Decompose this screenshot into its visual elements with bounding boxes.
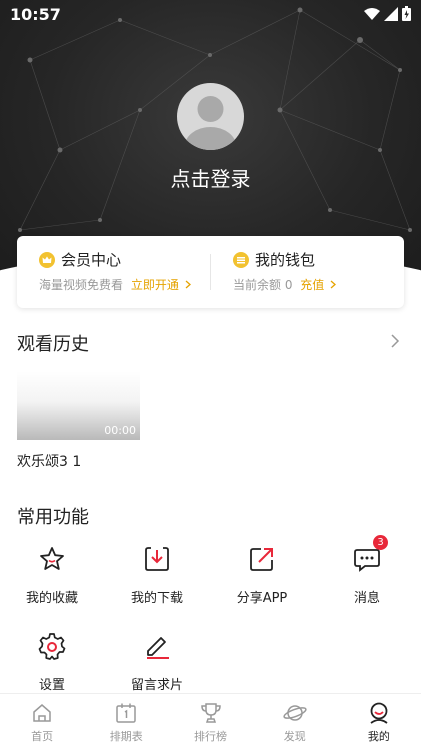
login-link[interactable]: 点击登录 [0, 163, 421, 192]
function-request-film[interactable]: 留言求片 [117, 630, 197, 693]
home-icon [33, 704, 51, 722]
status-bar: 10:57 [0, 0, 421, 30]
message-badge: 3 [373, 535, 388, 550]
wallet-title: 我的钱包 [255, 251, 316, 269]
tab-label: 排行榜 [194, 730, 227, 743]
avatar[interactable] [177, 83, 244, 150]
trophy-icon [200, 703, 221, 723]
function-downloads[interactable]: 我的下载 [117, 543, 197, 606]
wallet-icon [233, 251, 249, 268]
member-title: 会员中心 [61, 251, 122, 269]
functions-title: 常用功能 [17, 507, 89, 528]
planet-icon [283, 705, 307, 721]
history-title: 观看历史 [17, 334, 89, 355]
calendar-icon [116, 703, 137, 723]
member-subtitle: 海量视频免费看 [39, 278, 124, 292]
recharge-link[interactable]: 充值 [300, 278, 324, 292]
default-user-icon [184, 96, 237, 150]
history-item-title[interactable]: 欢乐颂3 1 [17, 451, 81, 471]
gear-icon [38, 633, 66, 660]
function-settings[interactable]: 设置 [12, 630, 92, 693]
wallet-balance: 当前余额 0 [233, 278, 293, 292]
history-item-duration: 00:00 [104, 424, 136, 437]
tab-label: 排期表 [109, 730, 143, 743]
bottom-tab-bar: 首页 排期表 排行榜 发现 我的 [0, 693, 421, 748]
history-item-thumbnail[interactable]: 00:00 [17, 371, 140, 440]
battery-icon [402, 6, 411, 21]
vip-wallet-card: 会员中心 海量视频免费看 立即开通 我的钱包 当前余额 0 充值 [17, 236, 404, 308]
function-messages[interactable]: 3 消息 [327, 535, 407, 606]
status-time: 10:57 [10, 5, 61, 24]
chevron-right-small-icon [330, 280, 337, 289]
function-label: 设置 [38, 678, 65, 693]
function-share[interactable]: 分享APP [222, 543, 302, 606]
tab-label: 首页 [31, 730, 54, 743]
signal-icon [384, 6, 398, 21]
my-wallet[interactable]: 我的钱包 当前余额 0 充值 [211, 236, 404, 308]
tab-label: 发现 [283, 730, 306, 743]
function-label: 我的下载 [130, 591, 183, 606]
star-icon [40, 547, 64, 570]
function-label: 我的收藏 [25, 591, 78, 606]
member-center[interactable]: 会员中心 海量视频免费看 立即开通 [17, 236, 210, 308]
tab-mine[interactable]: 我的 [337, 694, 421, 748]
edit-icon [147, 637, 169, 659]
tab-label: 我的 [367, 730, 390, 743]
chevron-right-small-icon [185, 280, 191, 289]
function-label: 分享APP [236, 591, 288, 606]
download-icon [145, 547, 169, 571]
share-icon [250, 548, 273, 571]
crown-icon [39, 251, 55, 268]
tab-schedule[interactable]: 排期表 [84, 694, 168, 748]
tab-ranking[interactable]: 排行榜 [168, 694, 252, 748]
function-favorites[interactable]: 我的收藏 [12, 543, 92, 606]
profile-icon [370, 702, 388, 724]
tab-home[interactable]: 首页 [0, 694, 84, 748]
function-label: 消息 [353, 591, 380, 606]
tab-discover[interactable]: 发现 [253, 694, 337, 748]
member-action-link[interactable]: 立即开通 [131, 278, 179, 292]
chevron-right-icon[interactable] [390, 334, 400, 348]
wifi-icon [364, 7, 380, 20]
function-label: 留言求片 [130, 678, 183, 693]
